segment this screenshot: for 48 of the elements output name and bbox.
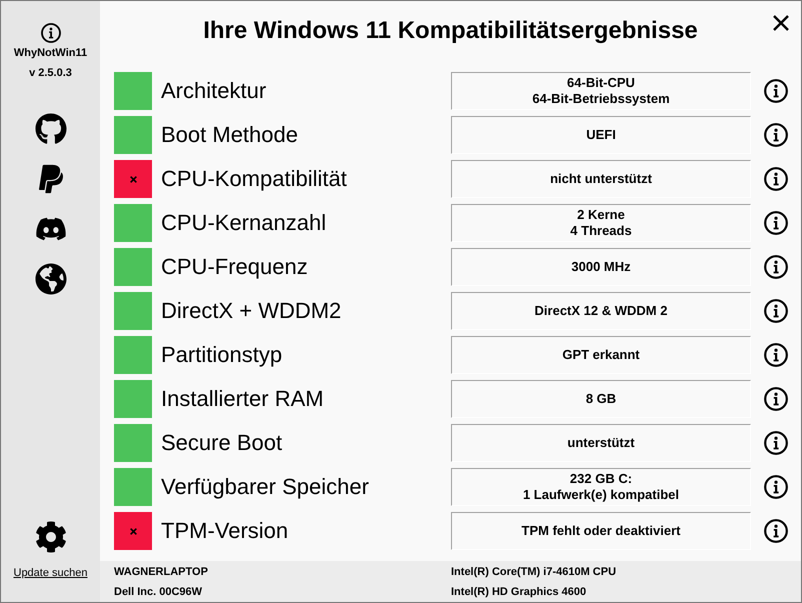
board-info: Dell Inc. 00C96W [114, 585, 204, 600]
info-icon[interactable] [764, 475, 788, 499]
result-value: 2 Kerne 4 Threads [451, 204, 751, 242]
check-label: Boot Methode [161, 122, 299, 148]
result-value: TPM fehlt oder deaktiviert [451, 512, 751, 550]
close-icon [772, 14, 790, 32]
update-link[interactable]: Update suchen [14, 566, 88, 580]
info-icon[interactable] [764, 123, 788, 147]
check-label: CPU-Frequenz [161, 254, 309, 280]
result-value: UEFI [451, 116, 751, 154]
check-label: Installierter RAM [161, 386, 325, 412]
check-label: DirectX + WDDM2 [161, 298, 342, 324]
gpu-info: Intel(R) HD Graphics 4600 [451, 585, 588, 600]
github-icon[interactable] [34, 113, 66, 145]
check-label: Secure Boot [161, 430, 284, 456]
info-icon[interactable] [764, 343, 788, 367]
info-icon[interactable] [40, 23, 60, 43]
result-value: GPT erkannt [451, 336, 751, 374]
settings-icon[interactable] [34, 521, 66, 553]
app-version: v 2.5.0.3 [29, 66, 72, 80]
result-value: 232 GB C: 1 Laufwerk(e) kompatibel [451, 468, 751, 506]
cross-icon [130, 528, 136, 534]
result-value: 8 GB [451, 380, 751, 418]
cross-icon [130, 176, 136, 182]
info-icon[interactable] [764, 519, 788, 543]
check-label: CPU-Kernanzahl [161, 210, 328, 236]
info-icon[interactable] [764, 255, 788, 279]
computer-name: WAGNERLAPTOP [114, 565, 209, 580]
result-value: 3000 MHz [451, 248, 751, 286]
check-label: Architektur [161, 78, 268, 104]
info-icon[interactable] [764, 387, 788, 411]
check-label: Partitionstyp [161, 342, 284, 368]
globe-icon[interactable] [34, 263, 66, 295]
cpu-info: Intel(R) Core(TM) i7-4610M CPU [451, 565, 618, 580]
result-value: DirectX 12 & WDDM 2 [451, 292, 751, 330]
info-icon[interactable] [764, 167, 788, 191]
app-name: WhyNotWin11 [14, 46, 88, 60]
result-value: 64-Bit-CPU 64-Bit-Betriebssystem [451, 72, 751, 110]
check-label: TPM-Version [161, 518, 290, 544]
info-icon[interactable] [764, 79, 788, 103]
info-icon[interactable] [764, 431, 788, 455]
window-title: Ihre Windows 11 Kompatibilitätsergebnisse [202, 16, 699, 46]
result-value: unterstützt [451, 424, 751, 462]
info-icon[interactable] [764, 299, 788, 323]
check-label: Verfügbarer Speicher [161, 474, 370, 500]
check-label: CPU-Kompatibilität [161, 166, 348, 192]
info-icon[interactable] [764, 211, 788, 235]
result-value: nicht unterstützt [451, 160, 751, 198]
